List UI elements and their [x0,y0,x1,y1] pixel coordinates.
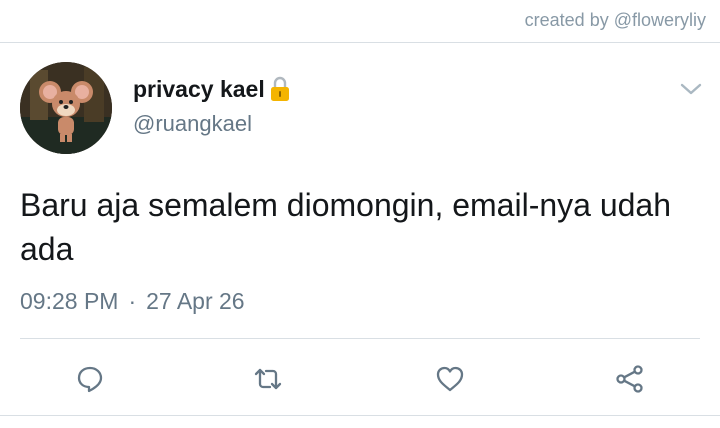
meta-separator: · [128,288,137,314]
share-button[interactable] [612,361,648,397]
tweet-date: 27 Apr 26 [146,288,245,314]
display-name-row: privacy kael [133,73,291,105]
display-name[interactable]: privacy kael [133,76,265,103]
tweet-timestamp[interactable]: 09:28 PM · 27 Apr 26 [20,288,245,315]
chevron-down-icon[interactable] [678,79,704,99]
credit-bar: created by @floweryliy [0,0,720,44]
author-block: privacy kael @ruangkael [133,73,291,137]
handle[interactable]: @ruangkael [133,111,291,137]
share-icon [616,365,643,393]
heart-icon [436,366,464,392]
retweet-icon [254,368,282,390]
tweet-card: privacy kael @ruangkael Baru aja semalem… [0,43,720,428]
actions-divider-top [20,338,700,339]
reply-icon [77,366,103,393]
lock-icon [269,76,291,102]
tweet-text: Baru aja semalem diomongin, email-nya ud… [20,187,672,267]
creator-credit: created by @floweryliy [524,10,706,30]
avatar[interactable] [20,62,112,154]
retweet-button[interactable] [250,361,286,397]
tweet-time: 09:28 PM [20,288,119,314]
actions-divider-bottom [0,415,720,416]
cartoon-mouse-avatar-icon [20,62,112,154]
like-button[interactable] [432,361,468,397]
reply-button[interactable] [72,361,108,397]
